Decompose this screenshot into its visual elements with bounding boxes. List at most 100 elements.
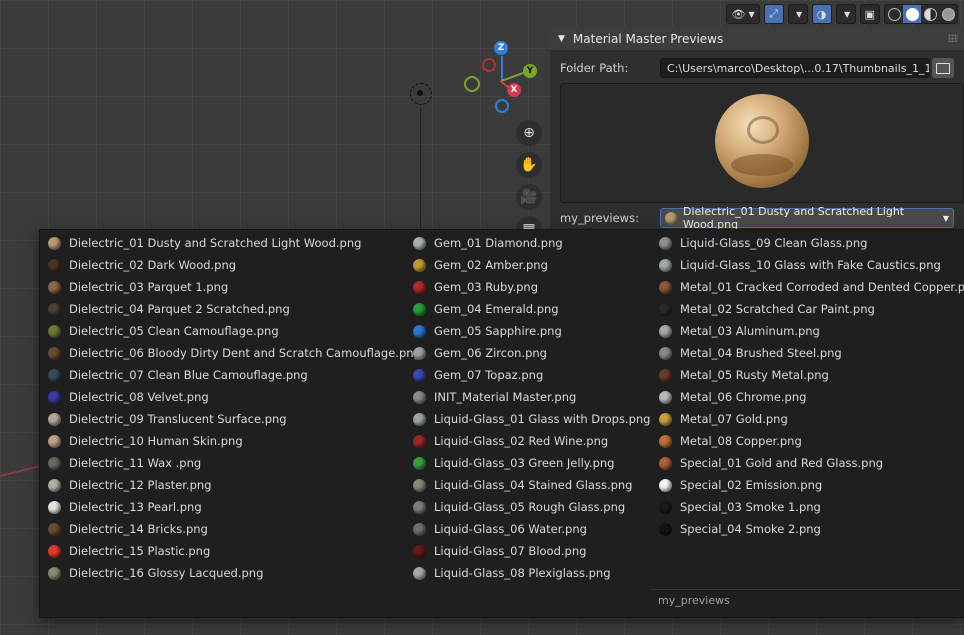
menu-item[interactable]: Liquid-Glass_04 Stained Glass.png (405, 474, 650, 496)
selected-preview-text: Dielectric_01 Dusty and Scratched Light … (683, 205, 905, 231)
light-direction-line (420, 108, 421, 228)
gizmo-dropdown[interactable]: ▼ (787, 4, 808, 24)
menu-item-label: Special_02 Emission.png (680, 478, 823, 492)
menu-item[interactable]: Metal_01 Cracked Corroded and Dented Cop… (651, 276, 964, 298)
menu-item[interactable]: Dielectric_15 Plastic.png (40, 540, 421, 562)
menu-item[interactable]: Dielectric_08 Velvet.png (40, 386, 421, 408)
menu-item[interactable]: Dielectric_05 Clean Camouflage.png (40, 320, 421, 342)
menu-item[interactable]: Metal_02 Scratched Car Paint.png (651, 298, 964, 320)
folder-path-label: Folder Path: (560, 61, 629, 75)
material-thumb-icon (48, 258, 61, 272)
menu-item-label: Liquid-Glass_07 Blood.png (434, 544, 587, 558)
menu-item[interactable]: Gem_02 Amber.png (405, 254, 650, 276)
pan-hand-icon[interactable]: ✋ (516, 152, 542, 178)
menu-item[interactable]: Gem_05 Sapphire.png (405, 320, 650, 342)
menu-item[interactable]: Dielectric_11 Wax .png (40, 452, 421, 474)
material-thumb-icon (413, 324, 426, 338)
menu-item-label: Dielectric_12 Plaster.png (69, 478, 212, 492)
folder-path-row: Folder Path: C:\Users\marco\Desktop\...0… (550, 55, 964, 81)
menu-item[interactable]: Liquid-Glass_08 Plexiglass.png (405, 562, 650, 584)
menu-item[interactable]: Special_02 Emission.png (651, 474, 964, 496)
drag-grip-icon[interactable] (948, 34, 958, 42)
menu-item[interactable]: Dielectric_04 Parquet 2 Scratched.png (40, 298, 421, 320)
chevron-down-icon: ▼ (748, 9, 755, 19)
material-thumb-icon (413, 368, 426, 382)
view-visibility-dropdown[interactable]: 👁 ▼ (726, 4, 760, 24)
menu-item[interactable]: Special_01 Gold and Red Glass.png (651, 452, 964, 474)
menu-item-label: Dielectric_03 Parquet 1.png (69, 280, 229, 294)
menu-item[interactable]: INIT_Material Master.png (405, 386, 650, 408)
menu-item[interactable]: Liquid-Glass_06 Water.png (405, 518, 650, 540)
xray-toggle-button[interactable]: ▣ (859, 4, 880, 24)
menu-item[interactable]: Dielectric_14 Bricks.png (40, 518, 421, 540)
gizmo-y-axis[interactable]: Y (523, 64, 537, 78)
panel-header[interactable]: ▼ Material Master Previews (550, 28, 964, 50)
shading-solid-button[interactable] (903, 5, 921, 23)
menu-item[interactable]: Dielectric_13 Pearl.png (40, 496, 421, 518)
menu-item[interactable]: Dielectric_01 Dusty and Scratched Light … (40, 232, 421, 254)
material-thumb-icon (413, 258, 426, 272)
camera-icon[interactable]: 🎥 (516, 184, 542, 210)
menu-item[interactable]: Special_03 Smoke 1.png (651, 496, 964, 518)
overlay-dropdown[interactable]: ▼ (835, 4, 856, 24)
menu-item[interactable]: Liquid-Glass_09 Clean Glass.png (651, 232, 964, 254)
menu-item[interactable]: Dielectric_12 Plaster.png (40, 474, 421, 496)
folder-path-field[interactable]: C:\Users\marco\Desktop\...0.17\Thumbnail… (660, 58, 930, 78)
menu-item[interactable]: Dielectric_16 Glossy Lacqued.png (40, 562, 421, 584)
shading-wireframe-button[interactable] (885, 5, 903, 23)
navigation-gizmo[interactable]: Z Y X (460, 40, 540, 115)
light-object-icon[interactable] (410, 83, 432, 105)
menu-item-label: Special_03 Smoke 1.png (680, 500, 821, 514)
menu-item[interactable]: Dielectric_07 Clean Blue Camouflage.png (40, 364, 421, 386)
menu-item[interactable]: Metal_08 Copper.png (651, 430, 964, 452)
menu-column-3: Liquid-Glass_09 Clean Glass.png Liquid-Gl… (651, 232, 964, 540)
browse-folder-button[interactable] (932, 58, 954, 78)
menu-item[interactable]: Metal_03 Aluminum.png (651, 320, 964, 342)
menu-item[interactable]: Metal_04 Brushed Steel.png (651, 342, 964, 364)
menu-item[interactable]: Liquid-Glass_07 Blood.png (405, 540, 650, 562)
menu-item[interactable]: Metal_06 Chrome.png (651, 386, 964, 408)
menu-item-label: Gem_06 Zircon.png (434, 346, 547, 360)
shading-material-button[interactable] (921, 5, 939, 23)
menu-item[interactable]: Liquid-Glass_01 Glass with Drops.png (405, 408, 650, 430)
menu-item-label: Metal_08 Copper.png (680, 434, 802, 448)
menu-item[interactable]: Metal_07 Gold.png (651, 408, 964, 430)
material-thumb-icon (413, 522, 426, 536)
previews-select[interactable]: Dielectric_01 Dusty and Scratched Light … (660, 205, 954, 231)
menu-item[interactable]: Special_04 Smoke 2.png (651, 518, 964, 540)
menu-item[interactable]: Liquid-Glass_03 Green Jelly.png (405, 452, 650, 474)
menu-item[interactable]: Gem_03 Ruby.png (405, 276, 650, 298)
overlay-toggle-button[interactable]: ◑ (811, 4, 832, 24)
menu-item[interactable]: Dielectric_03 Parquet 1.png (40, 276, 421, 298)
menu-item[interactable]: Metal_05 Rusty Metal.png (651, 364, 964, 386)
gizmo-neg-x-axis[interactable] (482, 58, 496, 72)
collapse-triangle-icon[interactable]: ▼ (558, 34, 565, 44)
shading-mode-group (884, 4, 958, 24)
wood-thumb-icon (665, 211, 678, 225)
menu-item-label: Dielectric_16 Glossy Lacqued.png (69, 566, 264, 580)
menu-item[interactable]: Gem_07 Topaz.png (405, 364, 650, 386)
menu-item[interactable]: Liquid-Glass_05 Rough Glass.png (405, 496, 650, 518)
material-thumb-icon (48, 390, 61, 404)
material-thumb-icon (659, 302, 672, 316)
menu-item[interactable]: Liquid-Glass_10 Glass with Fake Caustics… (651, 254, 964, 276)
menu-item[interactable]: Dielectric_02 Dark Wood.png (40, 254, 421, 276)
material-thumb-icon (413, 412, 426, 426)
zoom-icon[interactable]: ⊕ (516, 120, 542, 146)
menu-item-label: Gem_01 Diamond.png (434, 236, 563, 250)
material-thumb-icon (48, 302, 61, 316)
gizmo-x-axis[interactable]: X (507, 83, 521, 97)
menu-item[interactable]: Gem_04 Emerald.png (405, 298, 650, 320)
gizmo-neg-y-axis[interactable] (464, 76, 480, 92)
menu-item[interactable]: Gem_06 Zircon.png (405, 342, 650, 364)
shading-rendered-button[interactable] (939, 5, 957, 23)
menu-item[interactable]: Dielectric_06 Bloody Dirty Dent and Scra… (40, 342, 421, 364)
menu-item[interactable]: Dielectric_09 Translucent Surface.png (40, 408, 421, 430)
gizmo-z-axis[interactable]: Z (494, 41, 508, 55)
menu-item[interactable]: Liquid-Glass_02 Red Wine.png (405, 430, 650, 452)
gizmo-toggle-button[interactable]: ⤢ (763, 4, 784, 24)
menu-divider (650, 589, 960, 590)
menu-item[interactable]: Gem_01 Diamond.png (405, 232, 650, 254)
gizmo-neg-z-axis[interactable] (495, 99, 509, 113)
menu-item[interactable]: Dielectric_10 Human Skin.png (40, 430, 421, 452)
